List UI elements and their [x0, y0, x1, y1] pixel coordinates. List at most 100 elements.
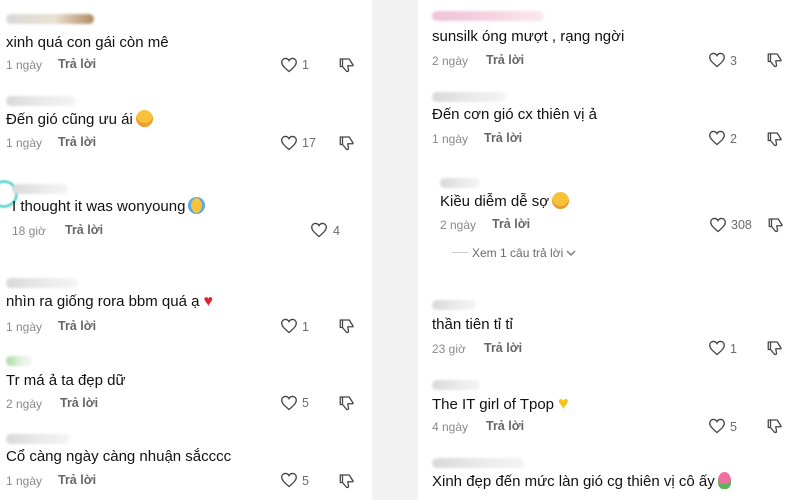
heart-outline-icon[interactable] — [708, 340, 726, 356]
tulip-icon — [717, 472, 731, 489]
comment-item: I thought it was wonyoung 18 giờ Trả lời… — [0, 176, 390, 258]
reply-button[interactable]: Trả lời — [65, 223, 103, 237]
reply-button[interactable]: Trả lời — [492, 217, 530, 231]
reply-button[interactable]: Trả lời — [486, 53, 524, 67]
view-replies-label: Xem 1 câu trả lời — [472, 246, 564, 260]
thumbs-down-icon[interactable] — [338, 134, 356, 152]
reply-button[interactable]: Trả lời — [58, 473, 96, 487]
blurred-username — [6, 434, 70, 444]
blurred-username — [432, 11, 544, 21]
blurred-username — [432, 380, 480, 390]
comment-item: Xinh đẹp đến mức làn gió cg thiên vị cô … — [418, 450, 800, 500]
thumbs-down-icon[interactable] — [766, 51, 784, 69]
thumbs-down-icon[interactable] — [767, 216, 785, 234]
blurred-username — [12, 184, 68, 194]
like-count: 308 — [731, 218, 752, 232]
comment-text: nhìn ra giống rora bbm quá ạ ♥ — [6, 293, 213, 310]
heart-outline-icon[interactable] — [708, 130, 726, 146]
comment-item: Tr má ả ta đẹp dữ 2 ngày Trả lời 5 — [0, 350, 372, 430]
comment-text: sunsilk óng mượt , rạng ngời — [432, 28, 625, 45]
view-replies-line — [452, 252, 468, 253]
heart-outline-icon[interactable] — [310, 222, 328, 238]
comment-text: Cổ càng ngày càng nhuận sắcccc — [6, 448, 232, 465]
like-count: 1 — [302, 320, 309, 334]
comment-item: thần tiên tỉ tỉ 23 giờ Trả lời 1 — [418, 292, 800, 364]
heart-outline-icon[interactable] — [280, 135, 298, 151]
comment-text: Kiều diễm dễ sợ — [440, 192, 570, 211]
like-count: 5 — [730, 420, 737, 434]
comment-item: nhìn ra giống rora bbm quá ạ ♥ 1 ngày Trả… — [0, 268, 372, 348]
comment-column-right: sunsilk óng mượt , rạng ngời 2 ngày Trả … — [418, 0, 800, 500]
like-count: 5 — [302, 474, 309, 488]
reply-button[interactable]: Trả lời — [58, 135, 96, 149]
like-count: 5 — [302, 396, 309, 410]
blurred-username — [432, 458, 524, 468]
like-count: 17 — [302, 136, 316, 150]
smiling-face-with-hearts-icon — [135, 110, 153, 127]
comment-text: The IT girl of Tpop ♥ — [432, 393, 569, 413]
like-count: 1 — [302, 58, 309, 72]
comment-time: 1 ngày — [6, 58, 43, 72]
heart-outline-icon[interactable] — [708, 52, 726, 68]
like-count: 1 — [730, 342, 737, 356]
blurred-username — [432, 300, 476, 310]
heart-outline-icon[interactable] — [280, 472, 298, 488]
thumbs-down-icon[interactable] — [338, 56, 356, 74]
blurred-username — [440, 178, 480, 188]
thumbs-down-icon[interactable] — [338, 317, 356, 335]
pleading-face-icon — [552, 192, 570, 209]
divider — [372, 0, 418, 500]
reply-button[interactable]: Trả lời — [60, 396, 98, 410]
thumbs-down-icon[interactable] — [338, 472, 356, 490]
reply-button[interactable]: Trả lời — [58, 319, 96, 333]
comment-item: Cổ càng ngày càng nhuận sắcccc 1 ngày Tr… — [0, 430, 372, 500]
view-replies-button[interactable]: Xem 1 câu trả lời — [452, 246, 576, 260]
comment-item: Kiều diễm dễ sợ 2 ngày Trả lời 308 Xem 1… — [418, 170, 800, 270]
comment-item: xinh quá con gái còn mê 1 ngày Trả lời 1 — [0, 0, 372, 80]
comment-text: Đến cơn gió cx thiên vị ả — [432, 106, 597, 123]
reply-button[interactable]: Trả lời — [484, 131, 522, 145]
comment-text: Xinh đẹp đến mức làn gió cg thiên vị cô … — [432, 472, 731, 491]
like-count: 3 — [730, 54, 737, 68]
blurred-username — [6, 14, 94, 24]
comment-time: 23 giờ — [432, 342, 466, 356]
yellow-heart-icon: ♥ — [558, 393, 569, 413]
comment-item: The IT girl of Tpop ♥ 4 ngày Trả lời 5 — [418, 370, 800, 450]
heart-outline-icon[interactable] — [280, 318, 298, 334]
heart-outline-icon[interactable] — [709, 217, 727, 233]
loudly-crying-face-icon — [188, 197, 206, 214]
thumbs-down-icon[interactable] — [766, 417, 784, 435]
reply-button[interactable]: Trả lời — [484, 341, 522, 355]
thumbs-down-icon[interactable] — [766, 339, 784, 357]
comment-text: Đến gió cũng ưu ái — [6, 110, 153, 129]
blurred-username — [6, 96, 76, 106]
comment-time: 1 ngày — [432, 132, 469, 146]
comment-column-left: xinh quá con gái còn mê 1 ngày Trả lời 1… — [0, 0, 390, 500]
comment-time: 4 ngày — [432, 420, 469, 434]
reply-button[interactable]: Trả lời — [58, 57, 96, 71]
comment-time: 2 ngày — [6, 397, 43, 411]
comment-time: 2 ngày — [432, 54, 469, 68]
heart-outline-icon[interactable] — [280, 395, 298, 411]
like-count: 4 — [333, 224, 340, 238]
comment-time: 1 ngày — [6, 474, 43, 488]
comment-item: Đến gió cũng ưu ái 1 ngày Trả lời 17 — [0, 88, 372, 168]
heart-outline-icon[interactable] — [280, 57, 298, 73]
comment-text: xinh quá con gái còn mê — [6, 34, 169, 51]
like-count: 2 — [730, 132, 737, 146]
comment-text: I thought it was wonyoung — [12, 197, 206, 216]
comment-text: Tr má ả ta đẹp dữ — [6, 372, 126, 389]
comment-time: 1 ngày — [6, 136, 43, 150]
comment-time: 2 ngày — [440, 218, 477, 232]
red-heart-icon: ♥ — [203, 293, 213, 310]
comment-time: 18 giờ — [12, 224, 46, 238]
heart-outline-icon[interactable] — [708, 418, 726, 434]
chevron-down-icon — [566, 250, 576, 256]
thumbs-down-icon[interactable] — [766, 130, 784, 148]
comment-item: Đến cơn gió cx thiên vị ả 1 ngày Trả lời… — [418, 88, 800, 168]
blurred-username — [6, 278, 78, 288]
comment-text: thần tiên tỉ tỉ — [432, 316, 513, 333]
blurred-username — [432, 92, 506, 102]
thumbs-down-icon[interactable] — [338, 394, 356, 412]
reply-button[interactable]: Trả lời — [486, 419, 524, 433]
